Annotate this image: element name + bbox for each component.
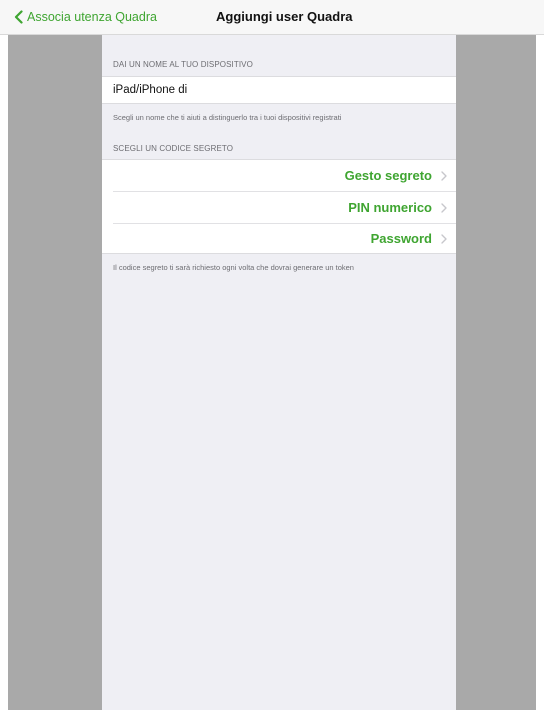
device-name-cell xyxy=(102,76,456,104)
back-button-label: Associa utenza Quadra xyxy=(27,10,157,24)
page-title: Aggiungi user Quadra xyxy=(216,9,353,24)
navigation-bar: Associa utenza Quadra Aggiungi user Quad… xyxy=(0,0,544,35)
device-name-field[interactable] xyxy=(113,77,443,103)
option-label: Password xyxy=(370,231,432,246)
right-dimmed-panel xyxy=(456,35,536,710)
chevron-right-icon xyxy=(441,234,447,244)
secret-code-section-header: SCEGLI UN CODICE SEGRETO xyxy=(113,144,234,153)
left-dimmed-panel xyxy=(8,35,102,710)
back-button[interactable]: Associa utenza Quadra xyxy=(14,0,157,34)
option-password[interactable]: Password xyxy=(102,223,456,254)
option-numeric-pin[interactable]: PIN numerico xyxy=(102,192,456,223)
chevron-right-icon xyxy=(441,171,447,181)
option-label: PIN numerico xyxy=(348,200,432,215)
chevron-left-icon xyxy=(14,10,23,24)
secret-code-section-footer: Il codice segreto ti sarà richiesto ogni… xyxy=(113,263,354,272)
option-secret-gesture[interactable]: Gesto segreto xyxy=(102,160,456,191)
option-label: Gesto segreto xyxy=(344,168,432,183)
form-content: DAI UN NOME AL TUO DISPOSITIVO Scegli un… xyxy=(102,35,456,710)
device-name-section-header: DAI UN NOME AL TUO DISPOSITIVO xyxy=(113,60,253,69)
secret-code-options: Gesto segreto PIN numerico Password xyxy=(102,159,456,254)
chevron-right-icon xyxy=(441,203,447,213)
device-name-section-footer: Scegli un nome che ti aiuti a distinguer… xyxy=(113,113,342,122)
